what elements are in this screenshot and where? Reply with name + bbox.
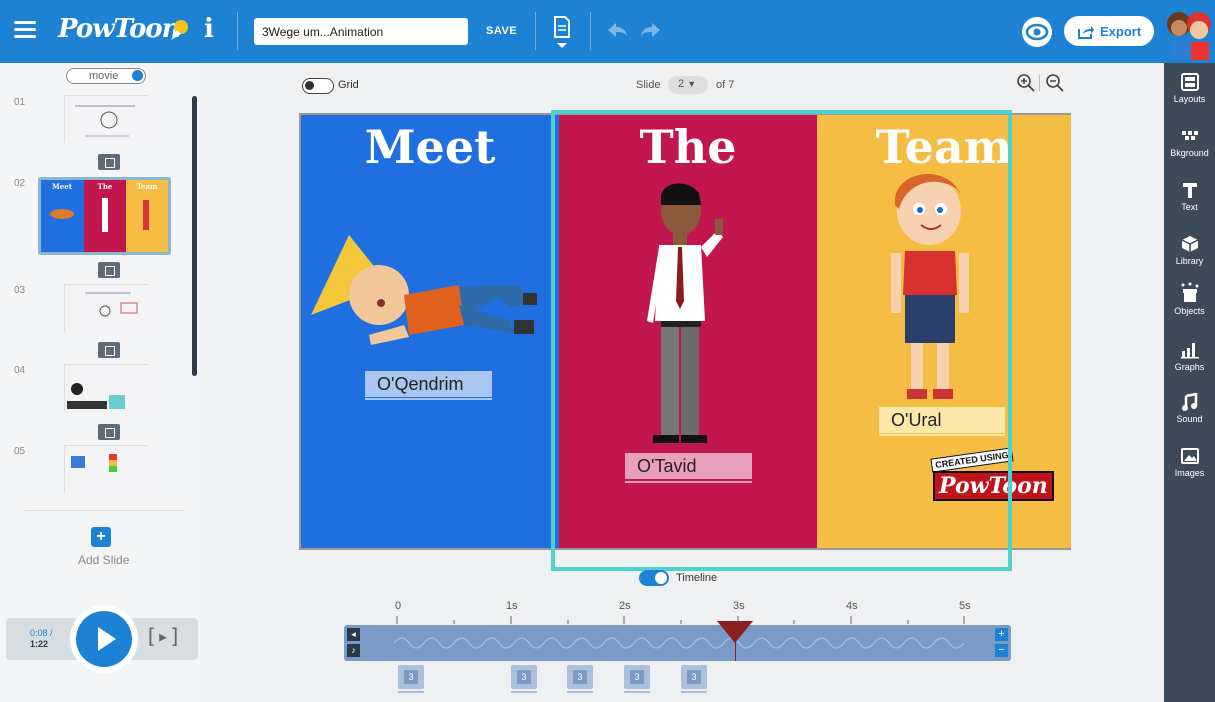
slide-label: Slide bbox=[636, 79, 661, 91]
divider bbox=[237, 12, 238, 50]
background-icon bbox=[1181, 131, 1198, 140]
undo-icon[interactable] bbox=[606, 22, 628, 38]
slide-select[interactable]: 2 ▼ bbox=[668, 76, 708, 94]
timeline-event-marker[interactable]: 3 bbox=[567, 665, 593, 693]
tick-label: 3s bbox=[733, 600, 745, 612]
document-icon[interactable] bbox=[553, 16, 571, 50]
panel-blue[interactable]: Meet O'Qendrim bbox=[301, 115, 559, 548]
timeline-label: Timeline bbox=[676, 572, 718, 584]
play-icon bbox=[76, 611, 132, 667]
zoom-out-icon[interactable] bbox=[1045, 73, 1065, 93]
user-avatar[interactable] bbox=[1165, 0, 1215, 63]
transition-icon[interactable] bbox=[98, 262, 120, 278]
audio-waveform bbox=[394, 637, 964, 649]
transition-icon[interactable] bbox=[98, 342, 120, 358]
svg-text:The: The bbox=[98, 182, 113, 191]
preview-eye-icon[interactable] bbox=[1022, 17, 1052, 47]
slide-panel-scrollbar[interactable] bbox=[192, 96, 197, 376]
underline bbox=[365, 398, 492, 400]
graphs-icon bbox=[1180, 343, 1199, 359]
timeline-toggle[interactable] bbox=[639, 570, 669, 586]
text-icon bbox=[1182, 183, 1197, 198]
grid-label: Grid bbox=[338, 79, 359, 91]
svg-text:Meet: Meet bbox=[52, 182, 73, 191]
slide-number: 03 bbox=[14, 285, 26, 296]
name-label-qendrim[interactable]: O'Qendrim bbox=[365, 371, 492, 397]
timeline-event-marker[interactable]: 3 bbox=[398, 665, 424, 693]
tick-label: 1s bbox=[506, 600, 518, 612]
chevron-down-icon: ▼ bbox=[687, 79, 697, 89]
share-icon bbox=[1078, 26, 1094, 39]
music-note-icon[interactable]: ♪ bbox=[347, 644, 360, 657]
library-icon bbox=[1181, 236, 1198, 252]
slide-number: 01 bbox=[14, 97, 26, 108]
layouts-tool[interactable]: Layouts bbox=[1164, 73, 1215, 104]
slide-thumbnail-5[interactable] bbox=[64, 445, 149, 494]
images-tool[interactable]: Images bbox=[1164, 447, 1215, 478]
volume-icon[interactable]: ◂ bbox=[347, 628, 360, 641]
slide-thumbnail-3[interactable] bbox=[64, 284, 149, 333]
graphs-tool[interactable]: Graphs bbox=[1164, 341, 1215, 372]
top-bar: PowToon i 3Wege um...Animation SAVE Expo… bbox=[0, 0, 1215, 63]
transition-icon[interactable] bbox=[98, 154, 120, 170]
tick-label: 4s bbox=[846, 600, 858, 612]
timeline-event-marker[interactable]: 3 bbox=[624, 665, 650, 693]
tick-label: 2s bbox=[619, 600, 631, 612]
sound-tool[interactable]: Sound bbox=[1164, 393, 1215, 424]
library-tool[interactable]: Library bbox=[1164, 235, 1215, 266]
images-icon bbox=[1180, 448, 1199, 464]
menu-icon[interactable] bbox=[14, 21, 36, 39]
heading-meet[interactable]: Meet bbox=[301, 120, 559, 174]
divider bbox=[25, 510, 185, 511]
info-icon[interactable]: i bbox=[204, 14, 214, 44]
slide-number: 04 bbox=[14, 365, 26, 376]
text-tool[interactable]: Text bbox=[1164, 181, 1215, 212]
layouts-icon bbox=[1180, 73, 1199, 91]
playhead-line bbox=[735, 625, 736, 661]
background-tool[interactable]: Bkground bbox=[1164, 127, 1215, 158]
selection-box[interactable] bbox=[551, 110, 1012, 571]
timeline-track[interactable]: ◂ ♪ + − bbox=[344, 625, 1011, 661]
export-label: Export bbox=[1100, 24, 1142, 39]
transition-icon[interactable] bbox=[98, 424, 120, 440]
divider bbox=[590, 12, 591, 50]
divider bbox=[1039, 75, 1040, 91]
objects-icon bbox=[1181, 282, 1198, 302]
redo-icon[interactable] bbox=[640, 22, 662, 38]
add-slide-label: Add Slide bbox=[78, 553, 130, 567]
tick-label: 5s bbox=[959, 600, 971, 612]
slide-thumbnail-1[interactable] bbox=[64, 95, 149, 144]
export-button[interactable]: Export bbox=[1064, 16, 1154, 46]
playback-time: 0:08 /1:22 bbox=[30, 628, 53, 649]
right-toolbar: Layouts Bkground Text Library Objects Gr… bbox=[1164, 63, 1215, 702]
play-button[interactable] bbox=[70, 605, 138, 673]
zoom-in-icon[interactable] bbox=[1016, 73, 1036, 93]
grid-toggle[interactable] bbox=[302, 78, 334, 94]
objects-tool[interactable]: Objects bbox=[1164, 281, 1215, 316]
slide-number: 02 bbox=[14, 178, 26, 189]
tick-label: 0 bbox=[395, 600, 402, 612]
zoom-in-timeline-button[interactable]: + bbox=[995, 628, 1008, 641]
slide-thumbnail-2-selected[interactable]: Meet The Team bbox=[38, 177, 171, 255]
movie-mode-toggle[interactable]: movie bbox=[66, 68, 146, 84]
play-slide-icon[interactable]: [▸] bbox=[145, 624, 181, 648]
timeline-ruler: 0 1s 2s 3s 4s 5s bbox=[395, 600, 975, 624]
save-button[interactable]: SAVE bbox=[486, 25, 517, 37]
slide-number: 05 bbox=[14, 446, 26, 457]
timeline-event-marker[interactable]: 3 bbox=[681, 665, 707, 693]
add-slide-button[interactable]: + bbox=[91, 527, 111, 547]
zoom-out-timeline-button[interactable]: − bbox=[995, 644, 1008, 657]
sound-icon bbox=[1181, 393, 1197, 411]
slide-thumbnail-4[interactable] bbox=[64, 364, 149, 413]
svg-text:Team: Team bbox=[137, 182, 158, 191]
character-lying-boy[interactable] bbox=[309, 225, 539, 365]
timeline-event-marker[interactable]: 3 bbox=[511, 665, 537, 693]
slide-total: of 7 bbox=[716, 79, 735, 91]
divider bbox=[535, 12, 536, 50]
powtoon-logo[interactable]: PowToon bbox=[58, 14, 181, 44]
project-title-input[interactable]: 3Wege um...Animation bbox=[254, 18, 468, 45]
lightbulb-icon[interactable] bbox=[168, 18, 190, 44]
